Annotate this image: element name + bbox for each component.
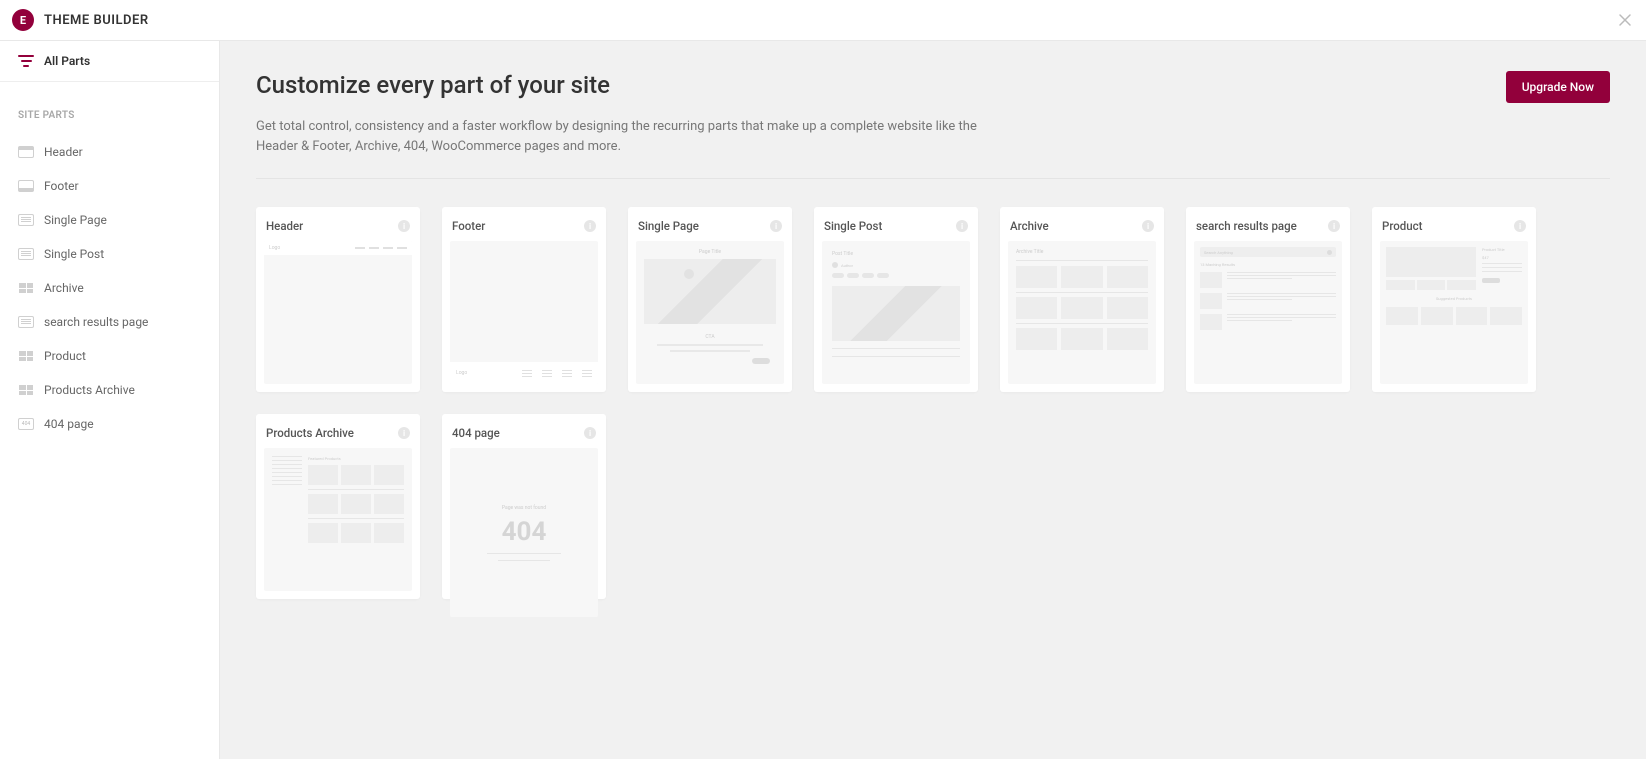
divider (256, 178, 1610, 179)
sidebar-item-label: Archive (44, 281, 84, 295)
card-preview: Post Title Author (822, 241, 970, 384)
sidebar: All Parts SITE PARTS Header Footer Singl… (0, 41, 220, 759)
card-title: Archive (1010, 219, 1049, 233)
search-results-icon (18, 316, 34, 328)
sidebar-item-label: Footer (44, 179, 79, 193)
info-icon[interactable]: i (584, 220, 596, 232)
filter-icon (18, 55, 34, 67)
card-footer[interactable]: Footer i Logo (442, 207, 606, 392)
sidebar-all-parts[interactable]: All Parts (0, 41, 219, 82)
card-preview: Featured Products (264, 448, 412, 591)
single-page-icon (18, 214, 34, 226)
elementor-logo-icon: E (12, 9, 34, 31)
sidebar-item-label: Product (44, 349, 86, 363)
header-icon (18, 146, 34, 158)
close-button[interactable] (1616, 11, 1634, 29)
sidebar-item-label: Header (44, 145, 83, 159)
info-icon[interactable]: i (1328, 220, 1340, 232)
app-title: THEME BUILDER (44, 13, 149, 28)
sidebar-item-archive[interactable]: Archive (0, 271, 219, 305)
page-heading: Customize every part of your site (256, 71, 996, 99)
footer-icon (18, 180, 34, 192)
card-product[interactable]: Product i Product Title$47 Suggested Pro… (1372, 207, 1536, 392)
sidebar-section-title: SITE PARTS (0, 82, 219, 135)
product-icon (18, 350, 34, 362)
sidebar-item-label: Products Archive (44, 383, 135, 397)
cards-grid: Header i Logo Footer i Logo Single Pag (256, 207, 1610, 599)
card-title: 404 page (452, 426, 500, 440)
card-archive[interactable]: Archive i Archive Title (1000, 207, 1164, 392)
card-title: Header (266, 219, 303, 233)
info-icon[interactable]: i (584, 427, 596, 439)
card-title: search results page (1196, 219, 1297, 233)
card-products-archive[interactable]: Products Archive i Featured Products (256, 414, 420, 599)
info-icon[interactable]: i (770, 220, 782, 232)
info-icon[interactable]: i (956, 220, 968, 232)
products-archive-icon (18, 384, 34, 396)
sidebar-item-label: 404 page (44, 417, 94, 431)
topbar-left: E THEME BUILDER (12, 9, 149, 31)
sidebar-item-label: search results page (44, 315, 148, 329)
sidebar-item-single-post[interactable]: Single Post (0, 237, 219, 271)
topbar: E THEME BUILDER (0, 0, 1646, 41)
card-title: Single Page (638, 219, 699, 233)
main-content: Customize every part of your site Get to… (220, 41, 1646, 759)
sidebar-item-header[interactable]: Header (0, 135, 219, 169)
card-single-post[interactable]: Single Post i Post Title Author (814, 207, 978, 392)
sidebar-item-products-archive[interactable]: Products Archive (0, 373, 219, 407)
card-preview: Product Title$47 Suggested Products (1380, 241, 1528, 384)
info-icon[interactable]: i (398, 427, 410, 439)
archive-icon (18, 282, 34, 294)
sidebar-item-footer[interactable]: Footer (0, 169, 219, 203)
card-preview: Logo (264, 241, 412, 384)
card-title: Single Post (824, 219, 882, 233)
card-title: Product (1382, 219, 1423, 233)
info-icon[interactable]: i (1514, 220, 1526, 232)
card-title: Products Archive (266, 426, 354, 440)
404-icon: 404 (18, 418, 34, 430)
sidebar-item-label: Single Page (44, 213, 107, 227)
card-title: Footer (452, 219, 485, 233)
single-post-icon (18, 248, 34, 260)
sidebar-item-single-page[interactable]: Single Page (0, 203, 219, 237)
upgrade-button[interactable]: Upgrade Now (1506, 71, 1610, 103)
sidebar-item-product[interactable]: Product (0, 339, 219, 373)
page-header: Customize every part of your site Get to… (256, 71, 1610, 156)
page-description: Get total control, consistency and a fas… (256, 117, 996, 156)
card-404[interactable]: 404 page i Page was not found 404 (442, 414, 606, 599)
card-preview: Search Anything 13 Maching Results (1194, 241, 1342, 384)
sidebar-item-search-results[interactable]: search results page (0, 305, 219, 339)
card-preview: Logo (450, 241, 598, 384)
all-parts-label: All Parts (44, 54, 90, 68)
card-preview: Archive Title (1008, 241, 1156, 384)
card-search-results[interactable]: search results page i Search Anything 13… (1186, 207, 1350, 392)
info-icon[interactable]: i (398, 220, 410, 232)
card-header[interactable]: Header i Logo (256, 207, 420, 392)
card-single-page[interactable]: Single Page i Page Title CTA (628, 207, 792, 392)
info-icon[interactable]: i (1142, 220, 1154, 232)
sidebar-item-label: Single Post (44, 247, 104, 261)
sidebar-item-404[interactable]: 404 404 page (0, 407, 219, 441)
card-preview: Page Title CTA (636, 241, 784, 384)
card-preview: Page was not found 404 (450, 448, 598, 617)
